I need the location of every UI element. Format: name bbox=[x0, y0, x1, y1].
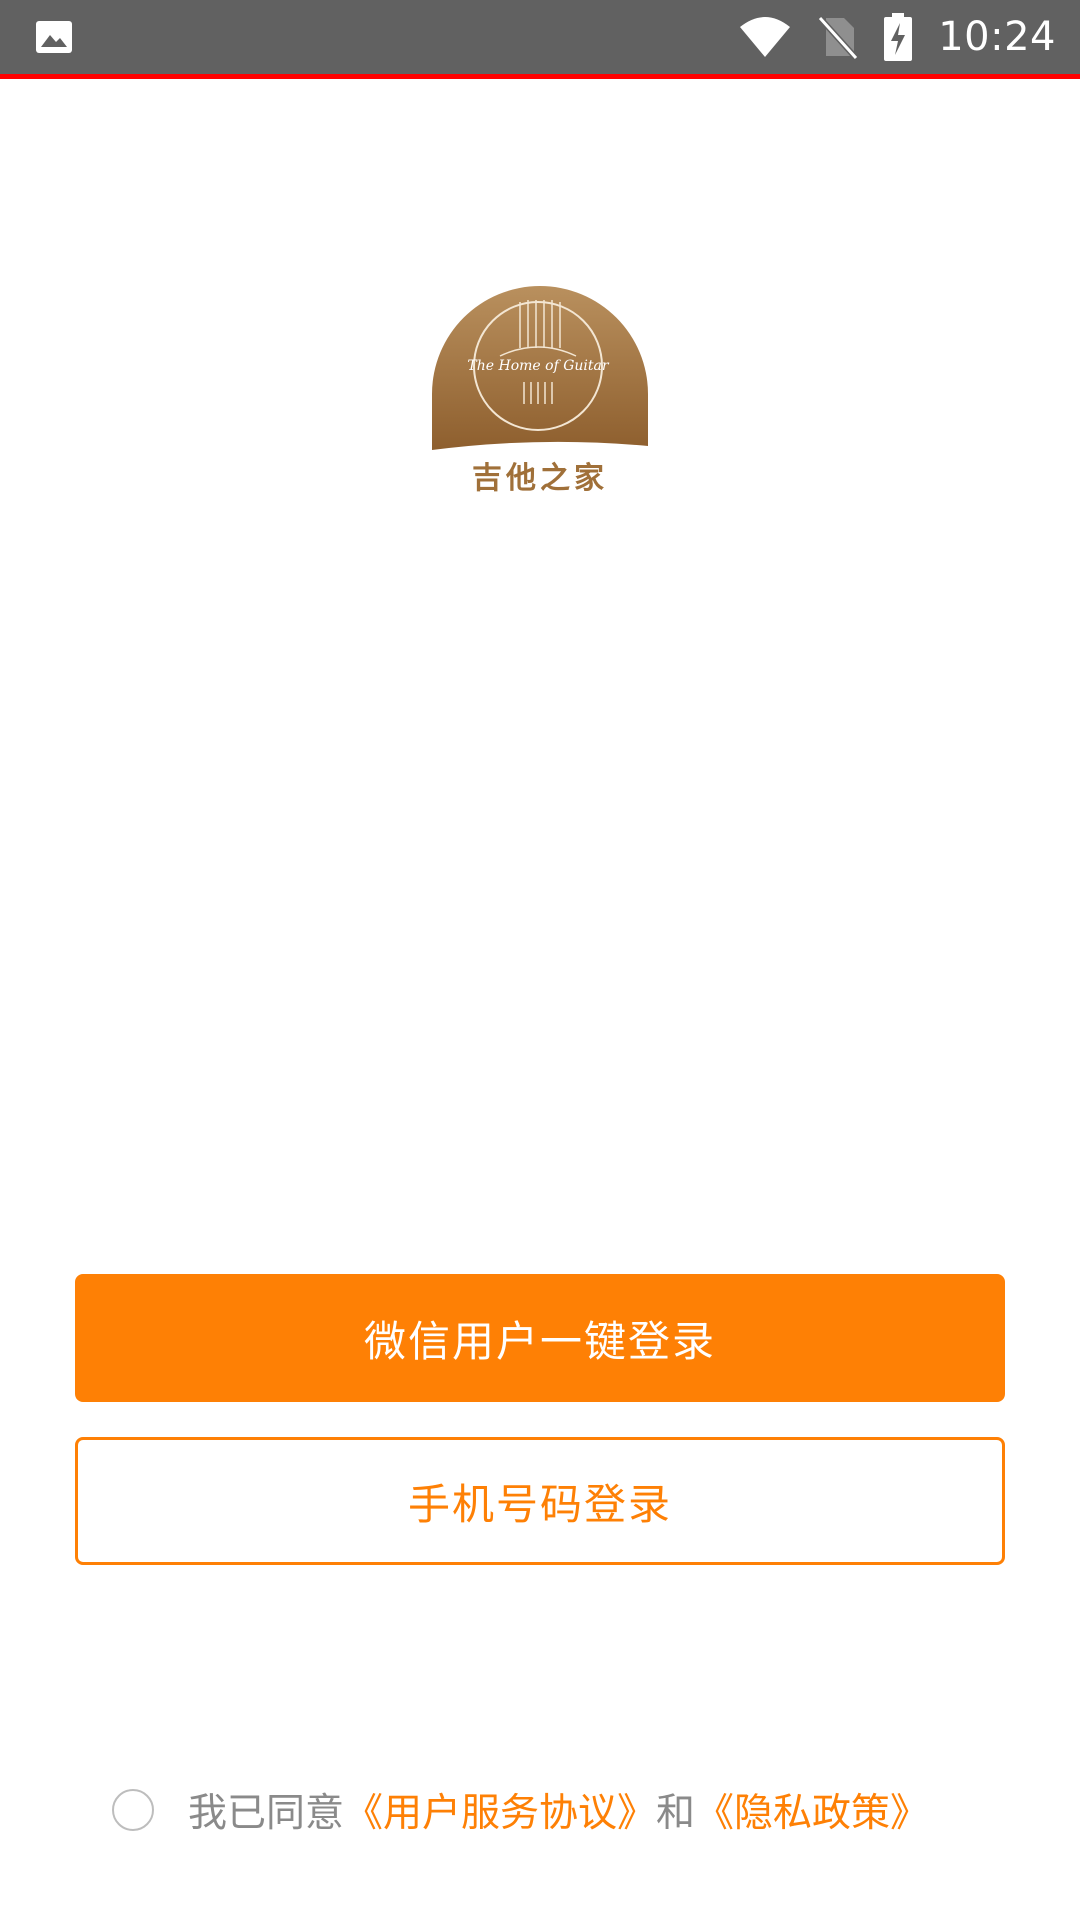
status-right: 10:24 bbox=[738, 13, 1056, 61]
phone-login-label: 手机号码登录 bbox=[407, 1479, 672, 1529]
status-left bbox=[34, 17, 74, 57]
wechat-login-label: 微信用户一键登录 bbox=[363, 1316, 716, 1366]
privacy-policy-link[interactable]: 《隐私政策》 bbox=[695, 1782, 929, 1838]
agreement-checkbox[interactable] bbox=[112, 1789, 154, 1831]
logo-script-text: The Home of Guitar bbox=[467, 358, 609, 374]
app-logo: The Home of Guitar 吉他之家 bbox=[430, 286, 650, 498]
user-agreement-link[interactable]: 《用户服务协议》 bbox=[344, 1782, 656, 1838]
logo-title-text: 吉他之家 bbox=[472, 461, 608, 496]
status-time: 10:24 bbox=[938, 14, 1056, 60]
wifi-icon bbox=[740, 17, 791, 57]
status-bar: 10:24 bbox=[0, 0, 1080, 74]
wechat-login-button[interactable]: 微信用户一键登录 bbox=[75, 1274, 1005, 1402]
agreement-row: 我已同意 《用户服务协议》 和 《隐私政策》 bbox=[112, 1782, 929, 1838]
accent-divider bbox=[0, 74, 1080, 79]
phone-login-button[interactable]: 手机号码登录 bbox=[75, 1437, 1005, 1565]
agreement-prefix: 我已同意 bbox=[188, 1791, 345, 1836]
guitar-logo-icon: The Home of Guitar 吉他之家 bbox=[432, 286, 648, 496]
no-sim-icon bbox=[818, 15, 859, 60]
agreement-conjunction: 和 bbox=[656, 1791, 696, 1836]
image-icon bbox=[36, 21, 72, 53]
battery-charging-icon bbox=[884, 13, 913, 61]
